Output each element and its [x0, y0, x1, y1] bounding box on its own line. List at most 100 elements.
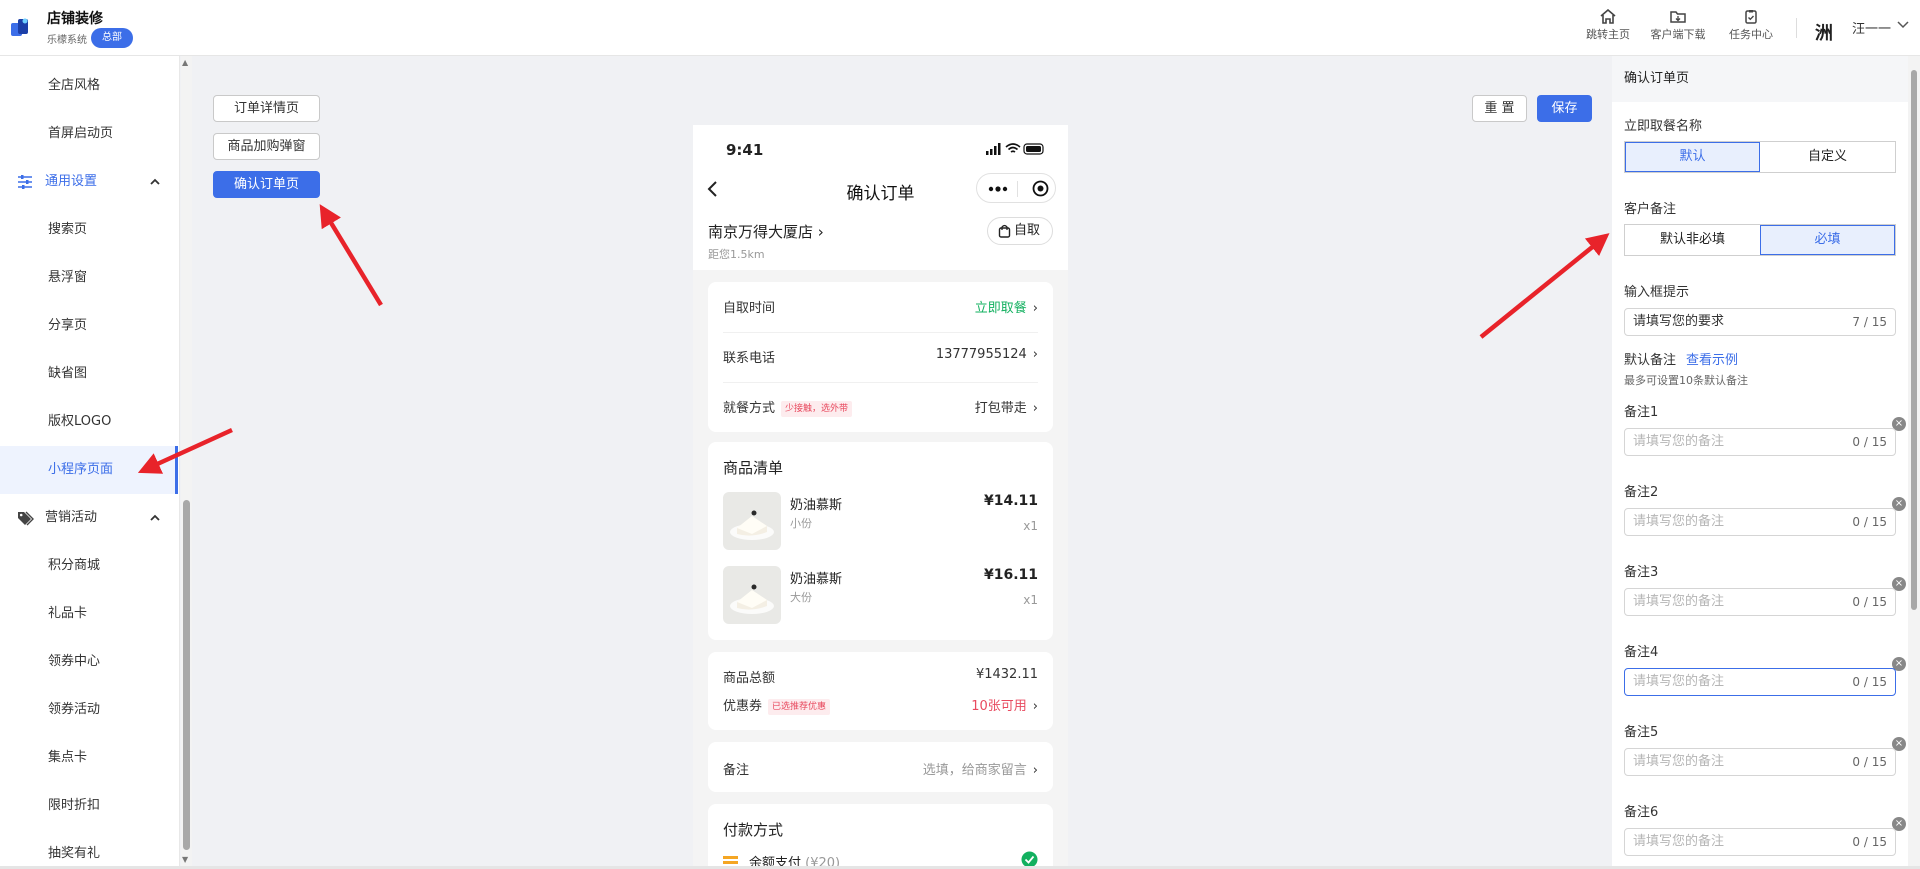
- remark-3-label: 备注3: [1624, 565, 1659, 580]
- product-name: 奶油慕斯: [790, 498, 843, 513]
- remark-5-label: 备注5: [1624, 725, 1659, 740]
- sidebar-item-copyright-logo[interactable]: 版权LOGO: [0, 398, 178, 446]
- scroll-down-arrow-icon[interactable]: ▼: [182, 855, 188, 864]
- task-center-link[interactable]: 任务中心: [1721, 9, 1781, 42]
- remark-card[interactable]: 备注 选填，给商家留言 ›: [708, 742, 1053, 792]
- home-link[interactable]: 跳转主页: [1578, 9, 1638, 42]
- sidebar-item-coupon-center[interactable]: 领券中心: [0, 638, 178, 686]
- pickup-time-value[interactable]: 立即取餐 ›: [975, 297, 1038, 316]
- view-example-link[interactable]: 查看示例: [1686, 353, 1738, 368]
- product-price: ¥16.11: [983, 567, 1038, 583]
- default-remark-hint: 最多可设置10条默认备注: [1624, 374, 1748, 387]
- sidebar-item-store-style[interactable]: 全店风格: [0, 62, 178, 110]
- avatar[interactable]: 洲: [1815, 19, 1833, 45]
- sidebar-item-coupon-activity[interactable]: 领券活动: [0, 686, 178, 734]
- store-distance: 距您1.5km: [708, 248, 765, 261]
- input-hint-label: 输入框提示: [1624, 285, 1690, 300]
- sidebar-scrollbar-thumb[interactable]: [183, 500, 190, 850]
- confirm-order-page-button[interactable]: 确认订单页: [213, 171, 320, 198]
- self-pickup-label: 自取: [1014, 223, 1041, 238]
- add-to-cart-popup-button[interactable]: 商品加购弹窗: [213, 133, 320, 160]
- sidebar-item-gift-card[interactable]: 礼品卡: [0, 590, 178, 638]
- phone-value[interactable]: 13777955124 ›: [936, 347, 1038, 362]
- dining-mode-value[interactable]: 打包带走 ›: [975, 397, 1038, 416]
- sidebar-item-stamp-card[interactable]: 集点卡: [0, 734, 178, 782]
- pickup-name-default-option[interactable]: 默认: [1625, 142, 1760, 172]
- user-name[interactable]: 汪一一: [1852, 18, 1891, 37]
- sidebar-item-flash-discount[interactable]: 限时折扣: [0, 782, 178, 830]
- remark-value[interactable]: 选填，给商家留言 ›: [923, 759, 1038, 778]
- sidebar-item-mini-program-page[interactable]: 小程序页面: [0, 446, 178, 494]
- sidebar-item-lucky-draw[interactable]: 抽奖有礼: [0, 830, 178, 869]
- status-time: 9:41: [726, 141, 764, 159]
- input-hint-value: 请填写您的要求: [1633, 314, 1725, 329]
- dining-mode-text: 打包带走: [974, 401, 1027, 416]
- more-dots-icon[interactable]: [988, 186, 1008, 192]
- remark-1-count: 0 / 15: [1852, 435, 1887, 449]
- phone-preview: 9:41 确认订单 南京万得大厦店 › 距您1.5km 自取 自取时间 立即取餐…: [693, 125, 1068, 869]
- sidebar-item-share-page[interactable]: 分享页: [0, 302, 178, 350]
- client-download-link[interactable]: 客户端下载: [1648, 9, 1708, 42]
- default-remark-text: 默认备注: [1624, 353, 1677, 368]
- save-button[interactable]: 保存: [1537, 95, 1592, 122]
- sidebar-item-search-page[interactable]: 搜索页: [0, 206, 178, 254]
- remark-6-field[interactable]: 请填写您的备注 0 / 15: [1624, 828, 1896, 856]
- chevron-down-icon[interactable]: [1897, 21, 1909, 29]
- close-target-icon[interactable]: [1032, 180, 1049, 197]
- chevron-right-icon: ›: [1032, 347, 1038, 362]
- remark-4-count: 0 / 15: [1852, 675, 1887, 689]
- store-chevron: ›: [817, 223, 824, 241]
- sidebar-item-default-image[interactable]: 缺省图: [0, 350, 178, 398]
- shopping-bag-icon: [998, 224, 1011, 238]
- product-image: [723, 566, 781, 624]
- remark-4-placeholder: 请填写您的备注: [1633, 674, 1725, 689]
- remark-required-option[interactable]: 必填: [1760, 225, 1895, 255]
- app-title: 店铺装修: [47, 11, 103, 27]
- pickup-time-label: 自取时间: [723, 301, 776, 316]
- tags-icon: [18, 511, 34, 526]
- sidebar-group-marketing-label: 营销活动: [45, 510, 98, 525]
- sidebar-item-float-window[interactable]: 悬浮窗: [0, 254, 178, 302]
- remark-placeholder-text: 选填，给商家留言: [922, 763, 1027, 778]
- task-center-label: 任务中心: [1729, 28, 1773, 41]
- remark-4-label: 备注4: [1624, 645, 1659, 660]
- hq-badge[interactable]: 总部: [91, 28, 133, 48]
- sidebar-item-points-mall[interactable]: 积分商城: [0, 542, 178, 590]
- input-hint-field[interactable]: 请填写您的要求 7 / 15: [1624, 308, 1896, 336]
- remark-1-field[interactable]: 请填写您的备注 0 / 15: [1624, 428, 1896, 456]
- top-divider: [1796, 18, 1797, 38]
- pickup-time-text: 立即取餐: [974, 301, 1027, 316]
- sidebar-group-general[interactable]: 通用设置: [0, 158, 178, 206]
- remark-3-field[interactable]: 请填写您的备注 0 / 15: [1624, 588, 1896, 616]
- order-detail-page-button[interactable]: 订单详情页: [213, 95, 320, 122]
- remark-2-label: 备注2: [1624, 485, 1659, 500]
- remark-optional-option[interactable]: 默认非必填: [1625, 225, 1760, 255]
- pickup-name-custom-option[interactable]: 自定义: [1760, 142, 1895, 172]
- remark-4-field[interactable]: 请填写您的备注 0 / 15: [1624, 668, 1896, 696]
- scroll-up-arrow-icon[interactable]: ▲: [182, 58, 188, 67]
- input-hint-count: 7 / 15: [1852, 315, 1887, 329]
- download-folder-icon: [1670, 11, 1686, 23]
- self-pickup-button[interactable]: 自取: [987, 217, 1053, 245]
- product-qty: x1: [1023, 519, 1038, 533]
- reset-button[interactable]: 重 置: [1472, 95, 1527, 122]
- remark-2-count: 0 / 15: [1852, 515, 1887, 529]
- sidebar-group-marketing[interactable]: 营销活动: [0, 494, 178, 542]
- phone-label: 联系电话: [723, 351, 776, 366]
- coupon-value[interactable]: 10张可用 ›: [971, 695, 1038, 714]
- annotation-arrow-icon: [1479, 233, 1610, 339]
- top-bar: 店铺装修 乐檬系统 总部 跳转主页 客户端下载 任务中心 洲 汪一一: [0, 0, 1920, 56]
- product-list-title: 商品清单: [723, 459, 784, 477]
- remark-2-field[interactable]: 请填写您的备注 0 / 15: [1624, 508, 1896, 536]
- store-name[interactable]: 南京万得大厦店 ›: [708, 221, 824, 242]
- product-price: ¥14.11: [983, 493, 1038, 509]
- settings-scrollbar-thumb[interactable]: [1911, 70, 1917, 610]
- sidebar-item-launch-page[interactable]: 首屏启动页: [0, 110, 178, 158]
- mini-program-capsule[interactable]: [976, 173, 1056, 203]
- pickup-name-label: 立即取餐名称: [1624, 119, 1703, 134]
- remark-1-label: 备注1: [1624, 405, 1659, 420]
- remark-6-label: 备注6: [1624, 805, 1659, 820]
- remark-5-field[interactable]: 请填写您的备注 0 / 15: [1624, 748, 1896, 776]
- remark-3-placeholder: 请填写您的备注: [1633, 594, 1725, 609]
- sliders-icon: [18, 175, 32, 189]
